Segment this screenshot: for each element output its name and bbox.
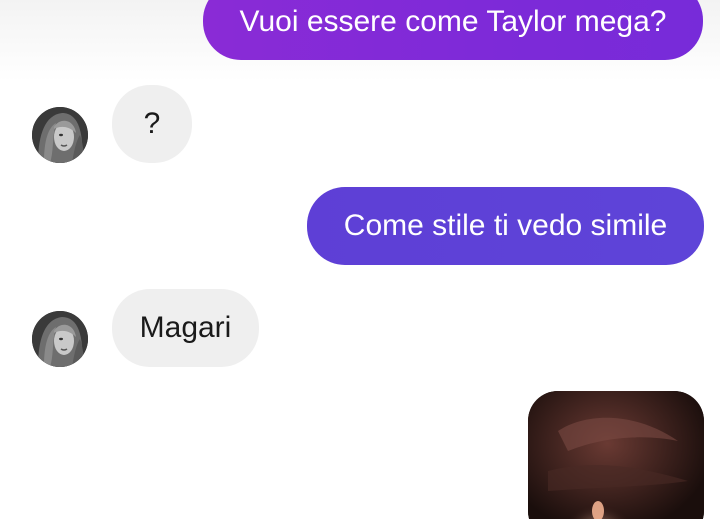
- photo-thumbnail: [528, 391, 704, 519]
- contact-avatar[interactable]: [32, 311, 88, 367]
- sent-message-bubble[interactable]: Come stile ti vedo simile: [307, 187, 704, 265]
- message-text: ?: [143, 107, 161, 140]
- avatar-photo: [32, 107, 88, 163]
- chat-thread: Vuoi essere come Taylor mega? ? Come sti…: [0, 0, 720, 519]
- avatar-photo: [32, 311, 88, 367]
- sent-message-bubble[interactable]: Vuoi essere come Taylor mega?: [203, 0, 703, 60]
- message-text: Magari: [139, 311, 232, 344]
- sent-photo-message[interactable]: [528, 391, 704, 519]
- received-message-bubble[interactable]: Magari: [112, 289, 259, 367]
- message-text: Come stile ti vedo simile: [343, 209, 668, 242]
- message-text: Vuoi essere come Taylor mega?: [239, 5, 667, 38]
- received-message-bubble[interactable]: ?: [112, 85, 192, 163]
- contact-avatar[interactable]: [32, 107, 88, 163]
